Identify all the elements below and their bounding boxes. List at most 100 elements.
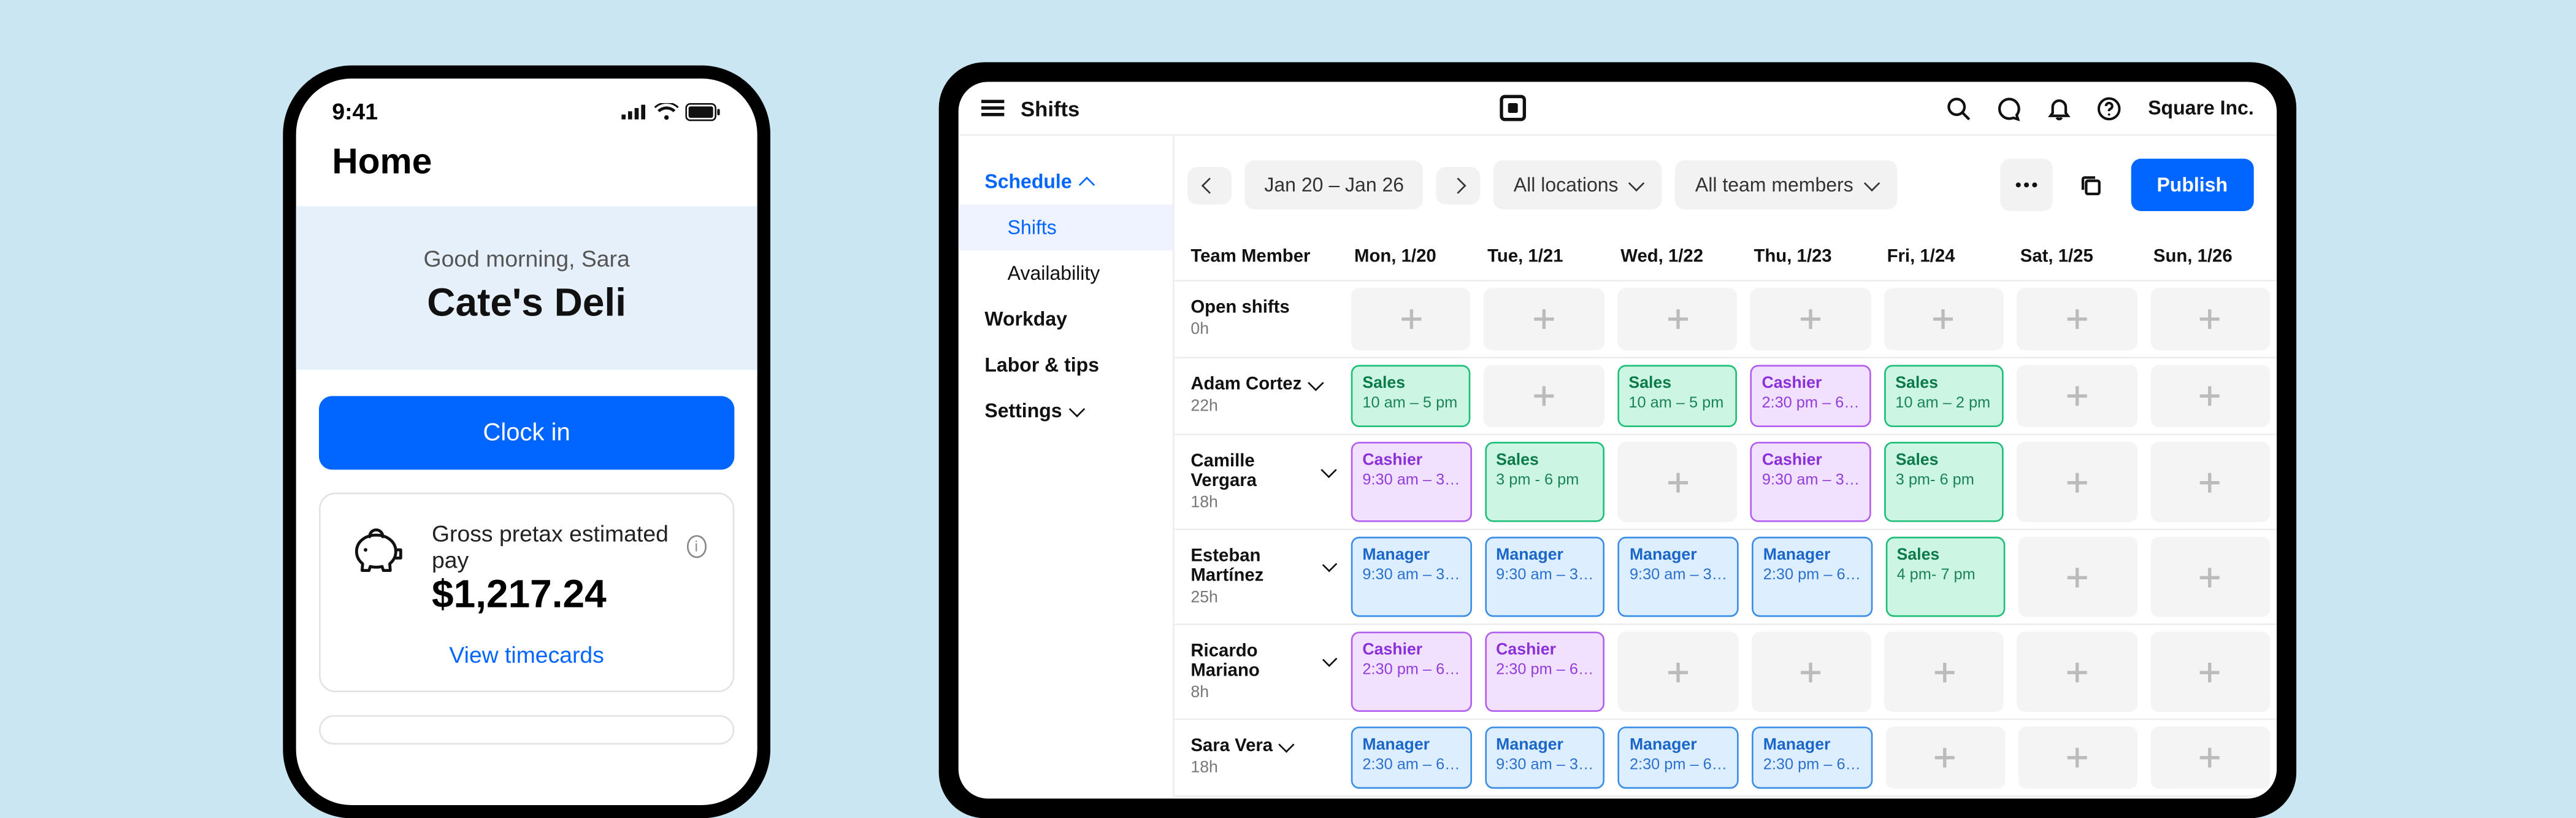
- shift-block[interactable]: Manager2:30 am – 6…: [1351, 727, 1471, 789]
- phone-screen: 9:41 Home Good morning, Sara Cate's Deli…: [296, 79, 757, 805]
- plus-icon: [1801, 662, 1821, 682]
- sidebar-item-availability[interactable]: Availability: [959, 250, 1173, 296]
- shift-block[interactable]: Sales10 am – 5 pm: [1617, 365, 1738, 427]
- shift-block[interactable]: Cashier9:30 am – 3…: [1750, 442, 1871, 522]
- add-shift-button[interactable]: [2017, 365, 2137, 427]
- signal-icon: [621, 103, 648, 120]
- add-shift-button[interactable]: [1484, 365, 1604, 427]
- add-shift-button[interactable]: [2150, 727, 2270, 789]
- add-shift-button[interactable]: [2017, 631, 2137, 712]
- sidebar-item-workday[interactable]: Workday: [959, 296, 1173, 342]
- add-shift-button[interactable]: [1618, 631, 1738, 712]
- sidebar-item-labor-tips[interactable]: Labor & tips: [959, 342, 1173, 388]
- grid-header: Team MemberMon, 1/20Tue, 1/21Wed, 1/22Th…: [1175, 234, 2277, 281]
- member-name[interactable]: Esteban Martínez: [1190, 547, 1335, 586]
- add-shift-button[interactable]: [2150, 537, 2270, 617]
- add-shift-button[interactable]: [1351, 288, 1471, 350]
- shift-block[interactable]: Manager2:30 pm – 6…: [1752, 727, 1872, 789]
- plus-icon: [2067, 309, 2087, 329]
- add-shift-button[interactable]: [2017, 442, 2137, 522]
- day-cell: Sales4 pm- 7 pm: [1879, 530, 2011, 623]
- member-name[interactable]: Camille Vergara: [1190, 452, 1335, 491]
- column-header-day: Fri, 1/24: [1877, 234, 2011, 280]
- copy-icon: [2079, 172, 2104, 197]
- add-shift-button[interactable]: [2017, 288, 2137, 350]
- add-shift-button[interactable]: [1751, 631, 1871, 712]
- shift-block[interactable]: Sales10 am – 5 pm: [1351, 365, 1471, 427]
- shift-block[interactable]: Sales3 pm- 6 pm: [1884, 442, 2004, 522]
- bell-icon[interactable]: [2049, 96, 2071, 120]
- shift-block[interactable]: Cashier2:30 pm – 6…: [1351, 631, 1471, 712]
- view-timecards-link[interactable]: View timecards: [347, 635, 707, 668]
- shift-block[interactable]: Manager9:30 am – 3…: [1351, 537, 1471, 617]
- more-options-button[interactable]: [1999, 159, 2052, 211]
- shift-role: Manager: [1630, 735, 1727, 756]
- shift-block[interactable]: Cashier2:30 pm – 6…: [1484, 631, 1604, 712]
- add-shift-button[interactable]: [1617, 288, 1738, 350]
- member-name[interactable]: Ricardo Mariano: [1190, 641, 1335, 681]
- column-header-day: Wed, 1/22: [1611, 234, 1744, 280]
- toolbar: Jan 20 – Jan 26 All locations All team m…: [1175, 136, 2277, 234]
- chat-icon[interactable]: [1998, 96, 2022, 120]
- search-icon[interactable]: [1947, 96, 1971, 120]
- shift-time: 2:30 pm – 6…: [1496, 661, 1593, 681]
- prev-week-button[interactable]: [1187, 166, 1232, 204]
- chevron-down-icon: [1864, 174, 1880, 190]
- schedule-row: Adam Cortez22hSales10 am – 5 pmSales10 a…: [1175, 358, 2277, 435]
- add-shift-button[interactable]: [2150, 442, 2271, 522]
- day-cell: Cashier2:30 pm – 6…: [1344, 625, 1478, 719]
- shift-block[interactable]: Manager9:30 am – 3…: [1484, 727, 1604, 789]
- day-cell: Manager2:30 pm – 6…: [1745, 530, 1879, 623]
- plus-icon: [1668, 472, 1687, 492]
- tablet-device: Shifts Square Inc.: [939, 62, 2296, 818]
- add-shift-button[interactable]: [2150, 631, 2271, 712]
- copy-button[interactable]: [2065, 159, 2117, 211]
- member-hours: 18h: [1190, 759, 1335, 777]
- menu-icon[interactable]: [981, 100, 1004, 116]
- shift-time: 10 am – 5 pm: [1362, 395, 1459, 415]
- add-shift-button[interactable]: [1750, 288, 1871, 350]
- plus-icon: [2200, 309, 2220, 329]
- shift-role: Sales: [1628, 373, 1725, 395]
- add-shift-button[interactable]: [1617, 442, 1738, 522]
- date-range-picker[interactable]: Jan 20 – Jan 26: [1244, 160, 1424, 209]
- day-cell: Sales10 am – 2 pm: [1877, 358, 2011, 434]
- add-shift-button[interactable]: [1885, 727, 2005, 789]
- locations-filter[interactable]: All locations: [1494, 160, 1663, 209]
- next-week-button[interactable]: [1436, 166, 1481, 204]
- day-cell: Manager9:30 am – 3…: [1478, 530, 1612, 623]
- sidebar-item-shifts[interactable]: Shifts: [959, 204, 1173, 250]
- add-shift-button[interactable]: [2018, 727, 2137, 789]
- member-name[interactable]: Sara Vera: [1190, 736, 1335, 756]
- shift-block[interactable]: Cashier9:30 am – 3…: [1351, 442, 1471, 522]
- member-name: Open shifts: [1190, 298, 1335, 317]
- shift-block[interactable]: Manager9:30 am – 3…: [1484, 537, 1604, 617]
- sidebar-item-schedule[interactable]: Schedule: [959, 159, 1173, 205]
- sidebar-item-settings[interactable]: Settings: [959, 388, 1173, 434]
- add-shift-button[interactable]: [2150, 288, 2271, 350]
- info-icon[interactable]: i: [686, 535, 707, 558]
- shift-block[interactable]: Manager2:30 pm – 6…: [1618, 727, 1738, 789]
- plus-icon: [2068, 662, 2087, 682]
- org-name[interactable]: Square Inc.: [2148, 96, 2254, 119]
- add-shift-button[interactable]: [2150, 365, 2271, 427]
- clock-in-button[interactable]: Clock in: [319, 396, 734, 469]
- shift-block[interactable]: Cashier2:30 pm – 6…: [1750, 365, 1871, 427]
- add-shift-button[interactable]: [1884, 288, 2004, 350]
- help-icon[interactable]: [2098, 96, 2122, 120]
- add-shift-button[interactable]: [2018, 537, 2137, 617]
- member-hours: 22h: [1190, 398, 1335, 415]
- team-members-filter[interactable]: All team members: [1676, 160, 1898, 209]
- add-shift-button[interactable]: [1484, 288, 1604, 350]
- day-cell: [1877, 625, 2011, 719]
- shift-block[interactable]: Sales10 am – 2 pm: [1884, 365, 2004, 427]
- shift-block[interactable]: Manager2:30 pm – 6…: [1752, 537, 1872, 617]
- shift-block[interactable]: Sales4 pm- 7 pm: [1885, 537, 2005, 617]
- publish-button[interactable]: Publish: [2131, 159, 2254, 211]
- member-hours: 8h: [1190, 684, 1335, 702]
- member-name[interactable]: Adam Cortez: [1190, 375, 1335, 395]
- shift-block[interactable]: Sales3 pm - 6 pm: [1484, 442, 1604, 522]
- add-shift-button[interactable]: [1884, 631, 2004, 712]
- shift-block[interactable]: Manager9:30 am – 3…: [1618, 537, 1738, 617]
- shift-time: 9:30 am – 3…: [1496, 756, 1593, 776]
